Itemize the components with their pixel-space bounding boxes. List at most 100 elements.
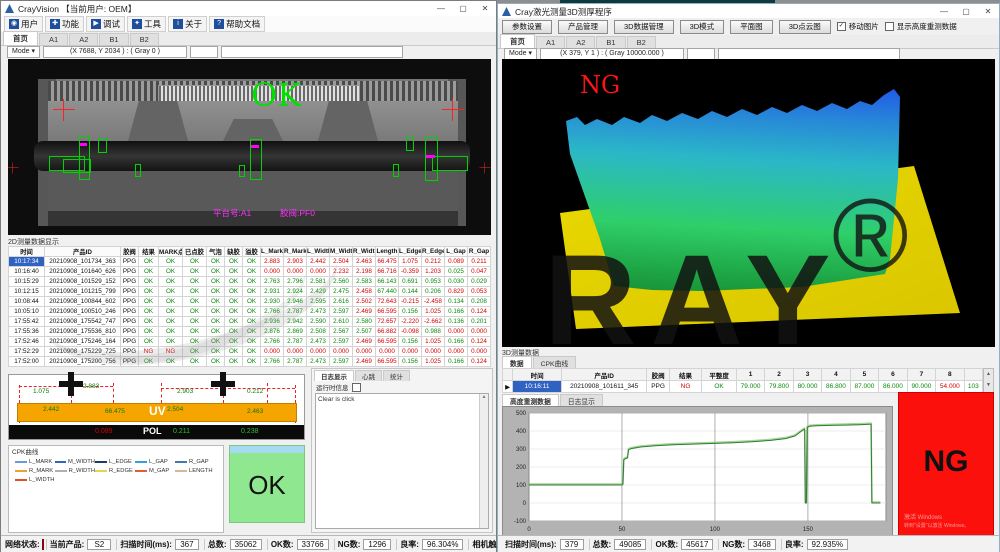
roi-box [406,137,414,151]
toolbar-button-3D模式[interactable]: 3D模式 [680,20,725,34]
scroll-up-icon[interactable]: ▲ [984,369,993,380]
maximize-icon[interactable]: ▢ [955,7,977,16]
legend-item-LENGTH: LENGTH [175,466,215,475]
windows-activate-watermark-line2: 转到"设置"以激活 Windows。 [904,522,969,529]
diagram-cross-left [59,372,83,396]
toolbar-button-3D点云图[interactable]: 3D点云图 [779,20,831,34]
table-row[interactable]: ▶10:16:1120210908_101611_345PPGNGOK79.00… [503,381,983,393]
roi-box [98,138,107,153]
network-status-indicator [42,539,44,550]
minimize-icon[interactable]: — [933,7,955,16]
dim-l-mark: 1.075 [33,388,49,395]
toolbar-button-产品管理[interactable]: 产品管理 [558,20,608,34]
mode-dropdown[interactable]: Mode ▾ [7,46,40,58]
3d-result-text: NG [580,71,620,99]
close-icon[interactable]: ✕ [474,4,496,13]
status-良率: 良率:92.935% [781,539,851,550]
table-row[interactable]: 10:15:2920210908_101529_152PPGOKOKOKOKOK… [9,277,491,287]
legend-marker [175,461,187,463]
col-气泡: 气泡 [207,247,225,257]
toolbar-button-参数设置[interactable]: 参数设置 [502,20,552,34]
toolbar-button-3D数据管理[interactable]: 3D数据管理 [614,20,674,34]
checkbox-移动图片[interactable]: ✓移动图片 [837,21,879,32]
svg-text:50: 50 [619,527,626,533]
legend-item-L_WIDTH: L_WIDTH [15,475,55,484]
3d-height-view[interactable]: NG RAY ® [502,59,995,347]
pol-strip: 0.089 POL 0.211 0.238 [9,425,304,439]
toolbar-button-平面图[interactable]: 平面图 [730,20,773,34]
table-row[interactable]: 10:08:4420210908_100844_602PPGOKOKOKOKOK… [9,297,491,307]
maximize-icon[interactable]: ▢ [452,4,474,13]
tab-left-首页[interactable]: 首页 [3,31,38,45]
legend-marker [175,470,187,472]
dim-r-mark: 0.212 [247,388,263,395]
left-modebar: Mode ▾ (X 7688, Y 2034 ) : ( Gray 0 ) [1,45,496,58]
checkbox-icon[interactable]: ✓ [837,22,846,31]
left-titlebar: CrayVision 【当前用户: OEM】 — ▢ ✕ [1,1,496,17]
legend-marker [135,461,147,463]
2d-inspection-image[interactable]: OK 平台号:A1 胶阀:PF0 [8,59,491,235]
status-NG数: NG数:3468 [718,539,778,550]
col-胶阀: 胶阀 [121,247,139,257]
col-结果: 结果 [669,369,702,381]
checkbox-icon[interactable] [885,22,894,31]
status-NG数: NG数:1296 [334,539,394,550]
3d-measurement-table[interactable]: 时间产品ID胶阀结果平整度12345678▶10:16:1120210908_1… [502,368,983,393]
menu-item-工具[interactable]: ✦工具 [127,16,166,32]
col-胶阀: 胶阀 [647,369,669,381]
left-menubar: ◉用户✚功能▶调试✦工具i关于?帮助文档 [1,16,496,33]
runtime-info-checkbox[interactable] [352,383,361,392]
table-row[interactable]: 17:52:4620210908_175246_164PPGOKOKOKOKOK… [9,337,491,347]
col-产品ID: 产品ID [561,369,646,381]
about-icon: i [173,19,183,29]
table-row[interactable]: 10:17:3420210908_101734_363PPGOKOKOKOKOK… [9,257,491,267]
table-row[interactable]: 10:16:4020210908_101640_626PPGOKOKOKOKOK… [9,267,491,277]
legend-item-R_EDGE: R_EDGE [95,466,135,475]
svg-text:100: 100 [710,527,721,533]
height-remeasure-chart: -1000100200300400500050100150 [502,406,893,536]
checkbox-显示高度重测数据[interactable]: 显示高度重测数据 [885,21,957,32]
table-row[interactable]: 17:52:0020210908_175200_756PPGOKOKOKOKOK… [9,357,491,367]
menu-item-调试[interactable]: ▶调试 [86,16,125,32]
col-R_Edge: R_Edge [422,247,445,257]
menu-item-关于[interactable]: i关于 [168,16,207,32]
table-row[interactable]: 10:12:1520210908_101215_799PPGOKOKOKOKOK… [9,287,491,297]
legend-item-L_MARK: L_MARK [15,457,55,466]
table-row[interactable]: 17:55:4220210908_175542_747PPGOKOKOKOKOK… [9,317,491,327]
log-tab-统计[interactable]: 统计 [383,370,410,381]
table-row[interactable]: 17:55:3620210908_175536_810PPGOKOKOKOKOK… [9,327,491,337]
mode-dropdown[interactable]: Mode ▾ [504,48,537,60]
log-tab-日志显示[interactable]: 日志显示 [314,370,354,381]
2d-measurement-table[interactable]: 时间产品ID胶阀结果MARK点已点胶气泡缺胶溢胶L_MarkR_MarkL_Wi… [8,246,491,367]
table-scrollbar[interactable]: ▲ ▼ [983,368,994,394]
log-scrollbar[interactable]: ▲ [479,394,488,528]
table-row[interactable]: 17:52:2920210908_175229_725PPGNGNGOKOKOK… [9,347,491,357]
dim-m-width: 2.504 [167,406,183,413]
col-L_Gap: L_Gap [445,247,468,257]
right-toolbar: 参数设置产品管理 3D数据管理 3D模式平面图 3D点云图 ✓移动图片显示高度重测数据 [498,18,999,36]
table-row[interactable]: 10:05:1020210908_100510_246PPGOKOKOKOKOK… [9,307,491,317]
tab-left-B2[interactable]: B2 [130,33,159,45]
roi-box [239,165,245,177]
tab-left-A2[interactable]: A2 [69,33,98,45]
status-总数: 总数:49085 [589,539,650,550]
fiducial-cross-right [442,99,464,121]
right-statusbar: 扫描时间(ms):379总数:49085OK数:45617NG数:3468良率:… [498,535,999,552]
tab-right-首页[interactable]: 首页 [500,34,535,48]
menu-item-用户[interactable]: ◉用户 [4,16,43,32]
network-status-label: 网络状态: [5,539,40,550]
menu-item-帮助文档[interactable]: ?帮助文档 [209,16,265,32]
scroll-down-icon[interactable]: ▼ [984,380,993,391]
tab-left-B1[interactable]: B1 [99,33,128,45]
close-icon[interactable]: ✕ [977,7,999,16]
col-已点胶: 已点胶 [183,247,207,257]
svg-text:100: 100 [516,483,527,489]
cpk-legend-panel: CPK曲线 L_MARKM_WIDTHL_EDGEL_GAPR_GAPR_MAR… [8,445,224,533]
dim-m-gap: 0.238 [241,428,259,435]
log-textarea[interactable]: Clear is click ▲ [315,393,489,529]
minimize-icon[interactable]: — [430,4,452,13]
tab-left-A1[interactable]: A1 [39,33,68,45]
menu-item-功能[interactable]: ✚功能 [45,16,84,32]
col-缺胶: 缺胶 [225,247,243,257]
log-tab-心跳[interactable]: 心跳 [355,370,382,381]
